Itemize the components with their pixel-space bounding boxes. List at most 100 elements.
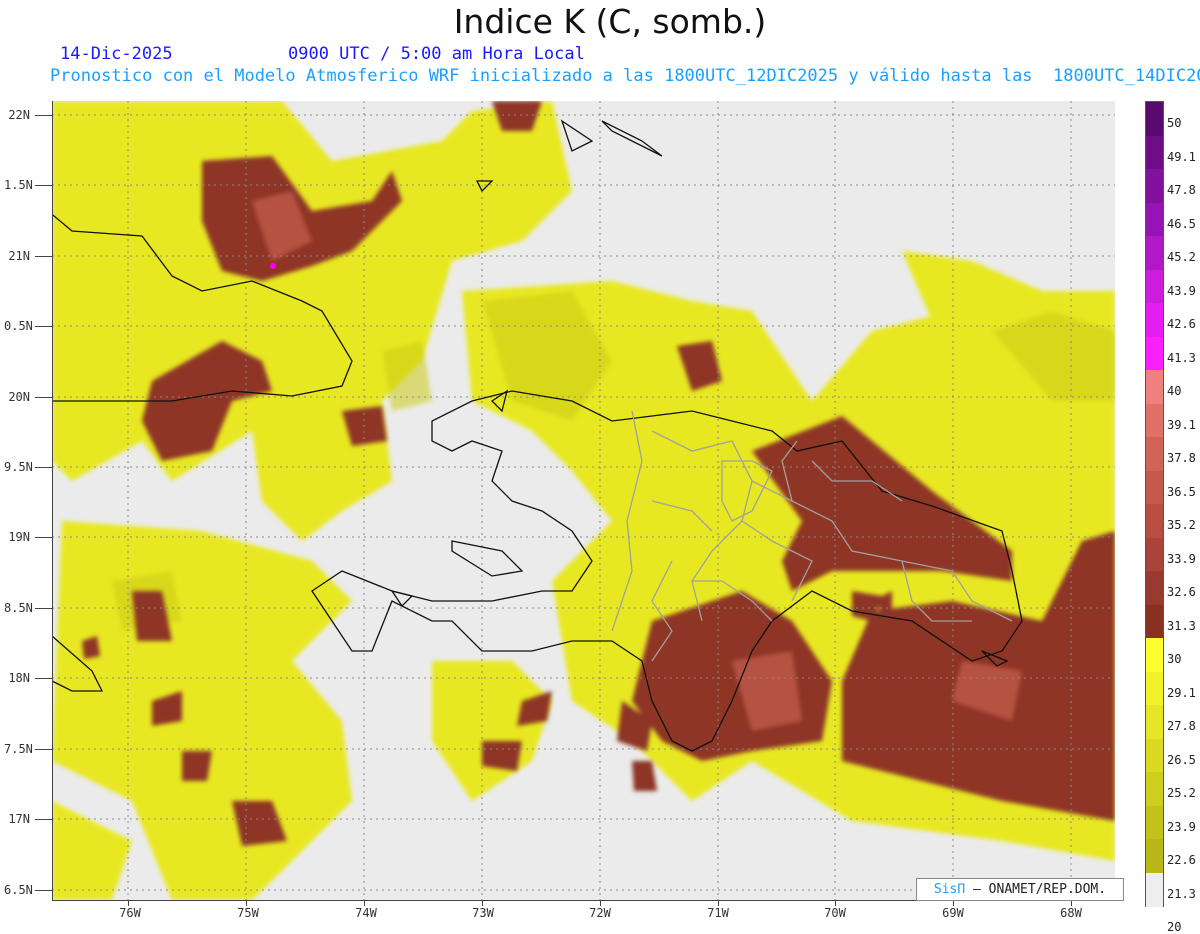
colorbar-segment (1146, 504, 1163, 538)
y-tick (35, 608, 52, 609)
credit-box: SisΠ – ONAMET/REP.DOM. (916, 878, 1124, 901)
colorbar-segment (1146, 336, 1163, 371)
colorbar-label: 21.3 (1167, 886, 1196, 901)
colorbar-segment (1146, 604, 1163, 639)
colorbar-segment (1146, 370, 1163, 404)
k-index-peak-marker (270, 263, 276, 269)
y-tick (35, 537, 52, 538)
colorbar-segment (1146, 437, 1163, 471)
colorbar-label: 37.8 (1167, 451, 1196, 465)
forecast-subtitle: Pronostico con el Modelo Atmosferico WRF… (50, 66, 1200, 86)
colorbar-segment (1146, 403, 1163, 438)
x-tick-label: 69W (942, 906, 964, 920)
colorbar-label: 49.1 (1167, 149, 1196, 164)
y-tick-label: 9.5N (4, 460, 33, 474)
colorbar-label: 23.9 (1167, 819, 1196, 834)
colorbar-segment (1146, 638, 1163, 672)
colorbar-segment (1146, 102, 1163, 136)
y-tick (35, 467, 52, 468)
x-tick-label: 68W (1060, 906, 1082, 920)
y-tick-label: 1.5N (4, 178, 33, 192)
y-tick-label: 8.5N (4, 601, 33, 615)
colorbar-segment (1146, 236, 1163, 270)
colorbar-segment (1146, 135, 1163, 170)
y-tick (35, 326, 52, 327)
colorbar-label: 20 (1167, 920, 1182, 934)
colorbar-label: 30 (1167, 652, 1182, 666)
colorbar-label: 36.5 (1167, 484, 1196, 499)
colorbar-label: 45.2 (1167, 250, 1196, 264)
x-tick-label: 70W (824, 906, 846, 920)
colorbar-label: 43.9 (1167, 283, 1196, 298)
colorbar-label: 33.9 (1167, 551, 1196, 566)
colorbar-segment (1146, 805, 1163, 840)
colorbar-label: 35.2 (1167, 518, 1196, 532)
y-tick-label: 17N (8, 812, 30, 826)
y-tick-label: 7.5N (4, 742, 33, 756)
colorbar-label: 22.6 (1167, 853, 1196, 867)
y-tick (35, 890, 52, 891)
forecast-time: 0900 UTC / 5:00 am Hora Local (288, 44, 585, 64)
x-tick (718, 900, 719, 906)
credit-brand: SisΠ (933, 882, 966, 897)
y-tick-label: 22N (8, 108, 30, 122)
colorbar-label: 32.6 (1167, 585, 1196, 599)
map-canvas (52, 101, 1115, 900)
x-tick (600, 900, 601, 906)
x-tick-label: 74W (355, 906, 377, 920)
colorbar-segment (1146, 269, 1163, 304)
colorbar-segment (1146, 537, 1163, 572)
y-tick-label: 19N (8, 530, 30, 544)
y-tick (35, 397, 52, 398)
colorbar (1145, 101, 1164, 907)
colorbar-segment (1146, 872, 1163, 907)
forecast-date: 14-Dic-2025 (60, 44, 173, 64)
colorbar-segment (1146, 571, 1163, 605)
x-tick-label: 76W (119, 906, 141, 920)
y-tick-label: 21N (8, 249, 30, 263)
x-tick (482, 900, 483, 906)
y-tick (35, 256, 52, 257)
y-tick-label: 6.5N (4, 883, 33, 897)
colorbar-segment (1146, 303, 1163, 337)
colorbar-segment (1146, 738, 1163, 773)
credit-org: – ONAMET/REP.DOM. (965, 882, 1107, 897)
colorbar-label: 47.8 (1167, 183, 1196, 197)
x-tick (364, 900, 365, 906)
x-tick (246, 900, 247, 906)
x-tick (128, 900, 129, 906)
colorbar-label: 31.3 (1167, 618, 1196, 633)
colorbar-label: 41.3 (1167, 350, 1196, 365)
x-tick-label: 75W (237, 906, 259, 920)
y-tick-label: 18N (8, 671, 30, 685)
x-tick-label: 71W (707, 906, 729, 920)
colorbar-label: 26.5 (1167, 752, 1196, 767)
colorbar-label: 42.6 (1167, 317, 1196, 331)
y-tick (35, 749, 52, 750)
colorbar-label: 50 (1167, 116, 1182, 130)
map-title: Indice K (C, somb.) (453, 2, 767, 41)
colorbar-segment (1146, 839, 1163, 873)
colorbar-segment (1146, 705, 1163, 739)
colorbar-label: 29.1 (1167, 685, 1196, 700)
colorbar-label: 40 (1167, 384, 1182, 398)
colorbar-label: 39.1 (1167, 417, 1196, 432)
colorbar-label: 27.8 (1167, 719, 1196, 733)
y-tick (35, 185, 52, 186)
x-tick-label: 72W (589, 906, 611, 920)
x-tick-label: 73W (472, 906, 494, 920)
colorbar-label: 46.5 (1167, 216, 1196, 231)
colorbar-segment (1146, 671, 1163, 706)
colorbar-segment (1146, 470, 1163, 505)
colorbar-segment (1146, 202, 1163, 237)
y-tick-label: 20N (8, 390, 30, 404)
y-tick (35, 678, 52, 679)
colorbar-segment (1146, 169, 1163, 203)
y-tick (35, 819, 52, 820)
y-tick (35, 115, 52, 116)
colorbar-label: 25.2 (1167, 786, 1196, 800)
x-tick (835, 900, 836, 906)
colorbar-segment (1146, 772, 1163, 806)
k-index-map (52, 101, 1115, 900)
map-frame-left (52, 101, 53, 901)
